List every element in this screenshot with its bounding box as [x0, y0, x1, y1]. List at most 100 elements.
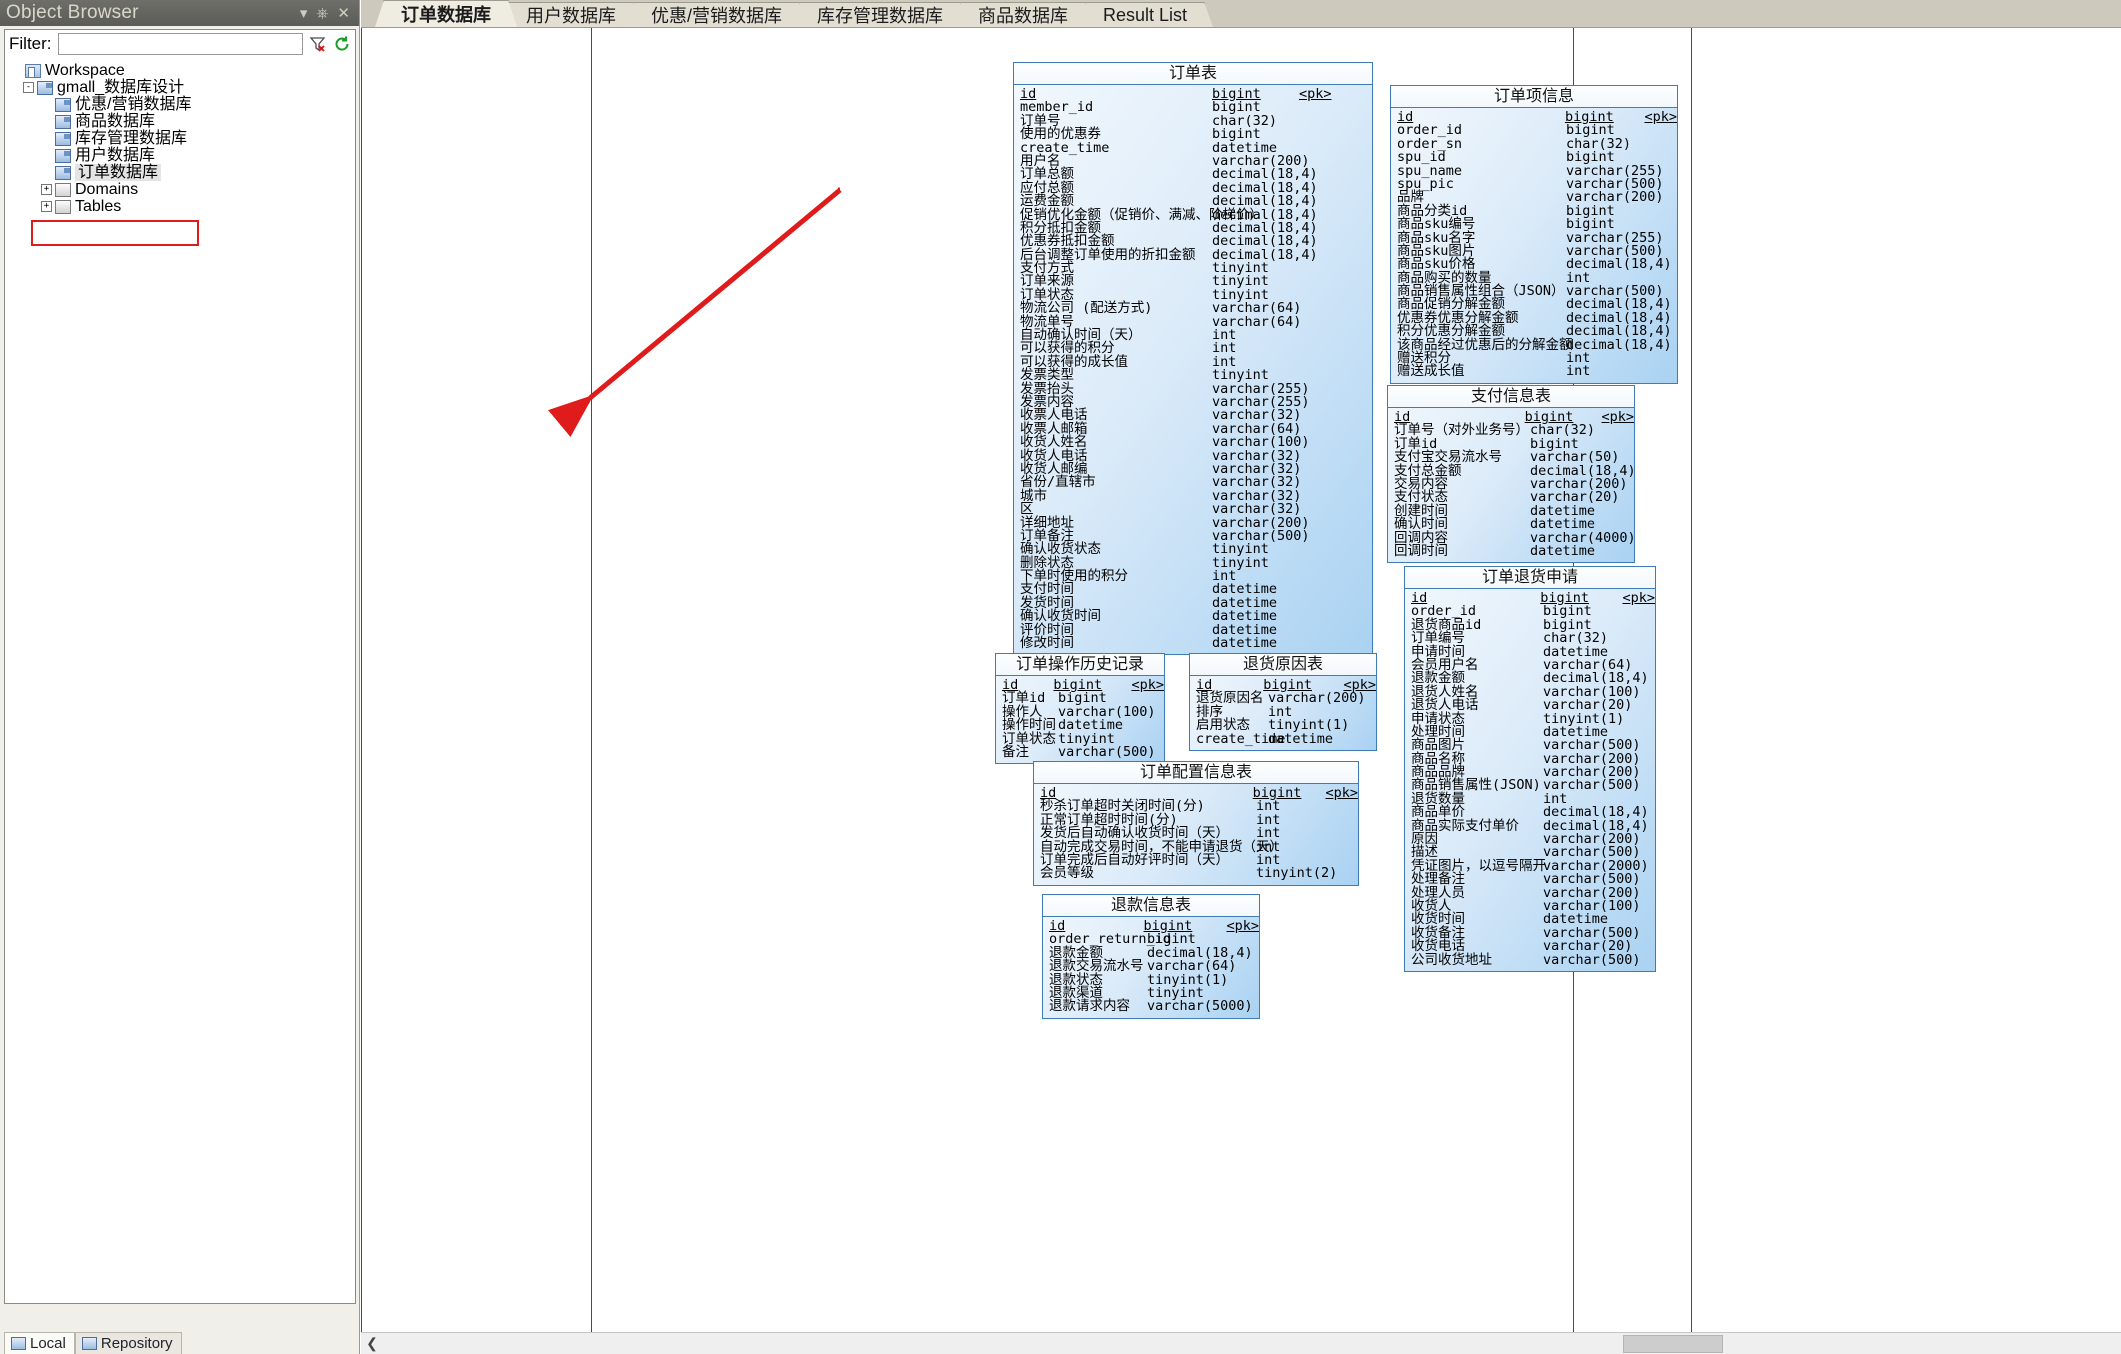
tree-item-优惠/营销数据库[interactable]: 优惠/营销数据库: [11, 96, 355, 113]
tree-item-Workspace[interactable]: Workspace: [11, 62, 355, 79]
object-browser-panel: Object Browser ▾ ⎈ ✕ Filter: Workspace -…: [0, 0, 360, 1354]
tab-用户数据库[interactable]: 用户数据库: [500, 2, 642, 27]
tab-优惠/营销数据库[interactable]: 优惠/营销数据库: [624, 2, 809, 27]
tree-item-商品数据库[interactable]: 商品数据库: [11, 113, 355, 130]
tree-item-label: Domains: [75, 181, 139, 198]
tree-item-label: 用户数据库: [75, 147, 156, 164]
canvas-guide-line: [591, 28, 592, 1354]
er-column-name: 赠送成长值: [1397, 363, 1465, 380]
tree-item-label: Workspace: [45, 62, 125, 79]
tree-item-库存管理数据库[interactable]: 库存管理数据库: [11, 130, 355, 147]
bottom-tab-label: Repository: [100, 1335, 173, 1352]
database-icon: [55, 165, 71, 180]
diagram-tabstrip[interactable]: 订单数据库 用户数据库 优惠/营销数据库 库存管理数据库 商品数据库 Result Lis…: [361, 0, 2121, 27]
object-tree[interactable]: Workspace - gmall_数据库设计 优惠/营销数据库 商品数据库 库存管理数据…: [5, 58, 355, 215]
tree-item-用户数据库[interactable]: 用户数据库: [11, 147, 355, 164]
tab-库存管理数据库[interactable]: 库存管理数据库: [791, 2, 970, 27]
expand-icon[interactable]: +: [41, 184, 52, 195]
tab-label: 商品数据库: [978, 6, 1069, 26]
er-column-type: datetime: [1268, 730, 1334, 747]
clear-filter-icon[interactable]: [309, 35, 327, 53]
dropdown-icon[interactable]: ▾: [300, 6, 308, 21]
er-column-row: 赠送成长值 int: [1391, 363, 1677, 380]
er-table-title: 订单退货申请: [1405, 567, 1655, 589]
folder-icon: [55, 199, 71, 214]
object-browser-titlebar: Object Browser ▾ ⎈ ✕: [0, 0, 359, 26]
database-icon: [55, 97, 71, 112]
database-model-icon: [37, 80, 53, 95]
er-table-订单操作历史记录[interactable]: 订单操作历史记录 id bigint <pk> 订单id bigint 操作人 varchar…: [995, 653, 1165, 765]
repository-icon: [81, 1337, 97, 1350]
database-icon: [55, 114, 71, 129]
er-column-type: varchar(500): [1058, 743, 1156, 760]
er-column-name: create_time: [1196, 730, 1286, 747]
selection-highlight-box: [31, 220, 199, 246]
bottom-tab-repository[interactable]: Repository: [74, 1332, 182, 1354]
tree-item-label: 优惠/营销数据库: [75, 96, 192, 113]
tab-Result List[interactable]: Result List: [1077, 2, 1214, 27]
er-column-row: 公司收货地址 varchar(500): [1405, 951, 1655, 968]
er-table-订单表[interactable]: 订单表 id bigint <pk> member_id bigint 订单号 char(32…: [1013, 62, 1373, 656]
er-table-title: 订单配置信息表: [1034, 762, 1358, 784]
folder-icon: [55, 182, 71, 197]
er-column-name: 回调时间: [1394, 542, 1448, 559]
er-table-订单项信息[interactable]: 订单项信息 id bigint <pk> order_id bigint order_sn c…: [1390, 85, 1678, 384]
filter-row: Filter:: [5, 30, 355, 58]
expand-icon[interactable]: +: [41, 201, 52, 212]
er-table-订单配置信息表[interactable]: 订单配置信息表 id bigint <pk> 秒杀订单超时关闭时间(分) int 正常订单超…: [1033, 761, 1359, 886]
er-table-title: 退款信息表: [1043, 895, 1259, 917]
object-browser-body: Filter: Workspace - gmall_数据库设计 优惠/营销数据库 商品数…: [4, 29, 356, 1304]
tree-item-Tables[interactable]: + Tables: [11, 198, 355, 215]
er-column-name: 退款请求内容: [1049, 998, 1130, 1015]
er-column-key: <pk>: [1131, 677, 1164, 693]
er-table-退款信息表[interactable]: 退款信息表 id bigint <pk> order_return_id bigint 退款…: [1042, 894, 1260, 1019]
horizontal-scrollbar[interactable]: ❮: [361, 1332, 2121, 1354]
er-column-row: 修改时间 datetime: [1014, 635, 1372, 652]
er-table-title: 退货原因表: [1190, 654, 1376, 676]
object-browser-title: Object Browser: [6, 2, 139, 23]
er-table-columns: id bigint <pk> 订单号（对外业务号） char(32) 订单id bigint…: [1388, 408, 1636, 562]
er-table-columns: id bigint <pk> order_return_id bigint 退款金额 dec…: [1043, 917, 1259, 1018]
er-column-key: <pk>: [1644, 109, 1677, 125]
tree-item-label: 库存管理数据库: [75, 130, 188, 147]
refresh-icon[interactable]: [333, 35, 351, 53]
diagram-canvas[interactable]: 订单表 id bigint <pk> member_id bigint 订单号 char(32…: [361, 27, 2121, 1354]
tree-item-Domains[interactable]: + Domains: [11, 181, 355, 198]
scrollbar-thumb[interactable]: [1623, 1335, 1723, 1353]
er-column-row: create_time datetime: [1190, 730, 1376, 747]
tree-item-gmall_数据库设计[interactable]: - gmall_数据库设计: [11, 79, 355, 96]
er-column-type: datetime: [1212, 635, 1278, 652]
pin-icon[interactable]: ⎈: [316, 6, 328, 21]
close-icon[interactable]: ✕: [337, 6, 350, 21]
er-table-title: 订单项信息: [1391, 86, 1677, 108]
tree-item-label: 商品数据库: [75, 113, 156, 130]
filter-label: Filter:: [9, 34, 52, 53]
er-column-name: 备注: [1002, 743, 1029, 760]
er-column-key: <pk>: [1325, 785, 1358, 801]
object-browser-bottom-tabs[interactable]: Local Repository: [4, 1330, 356, 1354]
er-table-columns: id bigint <pk> 订单id bigint 操作人 varchar(100) 操作时…: [996, 676, 1164, 763]
er-column-row: member_id bigint: [1014, 100, 1372, 114]
bottom-tab-local[interactable]: Local: [4, 1332, 75, 1354]
filter-input[interactable]: [57, 33, 303, 55]
er-table-columns: id bigint <pk> 秒杀订单超时关闭时间(分) int 正常订单超时时间(分) i…: [1034, 784, 1358, 885]
tree-item-订单数据库[interactable]: 订单数据库: [11, 164, 355, 181]
database-icon: [55, 148, 71, 163]
er-table-columns: id bigint <pk> order_id bigint 退货商品id bigint 订单…: [1405, 589, 1655, 971]
er-table-退货原因表[interactable]: 退货原因表 id bigint <pk> 退货原因名 varchar(200) 排序 int 启…: [1189, 653, 1377, 751]
collapse-icon[interactable]: -: [23, 82, 34, 93]
er-table-订单退货申请[interactable]: 订单退货申请 id bigint <pk> order_id bigint 退货商品id bi…: [1404, 566, 1656, 972]
workspace-icon: [25, 63, 41, 78]
tab-订单数据库[interactable]: 订单数据库: [375, 0, 517, 27]
tab-商品数据库[interactable]: 商品数据库: [952, 2, 1095, 27]
er-table-columns: id bigint <pk> 退货原因名 varchar(200) 排序 int 启用状态 ti…: [1190, 676, 1376, 750]
scroll-left-icon[interactable]: ❮: [361, 1333, 383, 1354]
local-icon: [11, 1337, 26, 1350]
er-column-type: int: [1566, 363, 1591, 380]
er-table-支付信息表[interactable]: 支付信息表 id bigint <pk> 订单号（对外业务号） char(32) 订单id b…: [1387, 385, 1636, 564]
er-column-key: <pk>: [1226, 918, 1259, 934]
er-column-name: 会员等级: [1040, 865, 1094, 882]
tab-label: 用户数据库: [526, 6, 616, 26]
tab-label: 库存管理数据库: [817, 6, 944, 26]
er-column-type: varchar(500): [1543, 951, 1641, 968]
